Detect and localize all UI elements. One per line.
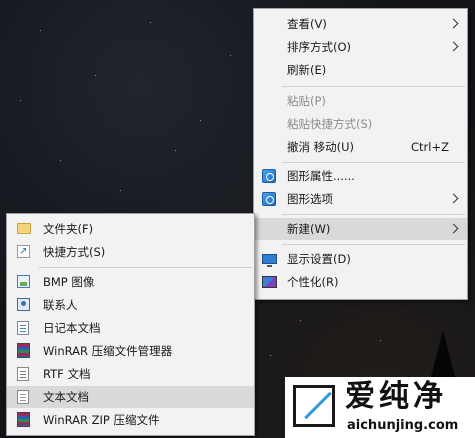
rtf-document-icon [17, 367, 29, 381]
display-settings-icon [262, 254, 277, 267]
menu-item-label: WinRAR 压缩文件管理器 [43, 344, 173, 358]
graphics-options-icon [262, 192, 276, 206]
background-star [270, 355, 271, 356]
submenu-item-shortcut[interactable]: 快捷方式(S) [7, 241, 254, 263]
menu-item-label: 联系人 [43, 298, 78, 312]
menu-item-label: 刷新(E) [287, 63, 327, 77]
background-star [380, 340, 381, 341]
menu-item-view[interactable]: 查看(V) [254, 13, 467, 35]
watermark-logo-icon [293, 385, 335, 427]
submenu-item-journal-document[interactable]: 日记本文档 [7, 317, 254, 339]
menu-item-label: 显示设置(D) [287, 252, 351, 266]
submenu-item-winrar-zip[interactable]: WinRAR ZIP 压缩文件 [7, 409, 254, 431]
background-star [200, 120, 201, 121]
menu-item-label: 个性化(R) [287, 275, 339, 289]
menu-item-label: 排序方式(O) [287, 40, 352, 54]
menu-item-label: 日记本文档 [43, 321, 101, 335]
menu-item-label: 快捷方式(S) [43, 245, 106, 259]
text-document-icon [17, 390, 29, 404]
background-star [95, 75, 96, 76]
background-star [60, 160, 61, 161]
submenu-arrow-icon [448, 223, 459, 234]
background-star [20, 100, 21, 101]
menu-item-label: 粘贴(P) [287, 94, 326, 108]
shortcut-icon [17, 241, 30, 263]
submenu-arrow-icon [448, 193, 459, 204]
menu-item-graphics-properties[interactable]: 图形属性...... [254, 165, 467, 187]
menu-item-label: 图形属性...... [287, 169, 355, 183]
menu-item-new[interactable]: 新建(W) [254, 218, 467, 240]
menu-separator [282, 244, 465, 245]
desktop-context-menu: 查看(V) 排序方式(O) 刷新(E) 粘贴(P) 粘贴快捷方式(S) 撤消 移… [253, 8, 468, 300]
winrar-archive-icon [17, 343, 30, 358]
menu-item-paste[interactable]: 粘贴(P) [254, 90, 467, 112]
submenu-item-folder[interactable]: 文件夹(F) [7, 218, 254, 240]
background-star [150, 22, 151, 23]
background-star [40, 30, 41, 31]
menu-separator [282, 162, 465, 163]
shortcut-text: Ctrl+Z [411, 140, 449, 154]
submenu-item-bmp-image[interactable]: BMP 图像 [7, 271, 254, 293]
submenu-item-text-document[interactable]: 文本文档 [7, 386, 254, 408]
watermark: 爱纯净 aichunjing.com [285, 377, 475, 438]
submenu-arrow-icon [448, 41, 459, 52]
menu-item-label: BMP 图像 [43, 275, 95, 289]
menu-separator [39, 267, 252, 268]
menu-separator [282, 86, 465, 87]
background-star [120, 190, 121, 191]
bmp-image-icon [17, 275, 30, 288]
submenu-item-rtf-document[interactable]: RTF 文档 [7, 363, 254, 385]
menu-item-label: 文件夹(F) [43, 222, 94, 236]
menu-item-label: 粘贴快捷方式(S) [287, 117, 373, 131]
menu-item-label: 图形选项 [287, 192, 333, 206]
menu-item-label: WinRAR ZIP 压缩文件 [43, 413, 160, 427]
menu-item-paste-shortcut[interactable]: 粘贴快捷方式(S) [254, 113, 467, 135]
background-star [175, 150, 176, 151]
journal-document-icon [17, 321, 29, 335]
menu-item-label: RTF 文档 [43, 367, 91, 381]
menu-item-sort-by[interactable]: 排序方式(O) [254, 36, 467, 58]
watermark-title: 爱纯净 [345, 379, 447, 414]
background-star [230, 55, 231, 56]
watermark-url: aichunjing.com [347, 418, 459, 433]
menu-item-label: 撤消 移动(U) [287, 140, 355, 154]
menu-item-label: 文本文档 [43, 390, 89, 404]
menu-item-refresh[interactable]: 刷新(E) [254, 59, 467, 81]
menu-separator [282, 214, 465, 215]
menu-item-display-settings[interactable]: 显示设置(D) [254, 248, 467, 270]
submenu-item-winrar-archive[interactable]: WinRAR 压缩文件管理器 [7, 340, 254, 362]
folder-icon [17, 223, 31, 234]
menu-item-label: 查看(V) [287, 17, 327, 31]
submenu-item-contact[interactable]: 联系人 [7, 294, 254, 316]
graphics-properties-icon [262, 169, 276, 183]
menu-item-personalize[interactable]: 个性化(R) [254, 271, 467, 293]
contact-icon [17, 298, 30, 311]
winrar-zip-icon [17, 412, 30, 427]
new-submenu: 文件夹(F) 快捷方式(S) BMP 图像 联系人 日记本文档 WinRAR 压… [6, 213, 255, 436]
personalize-icon [262, 276, 277, 288]
background-star [300, 320, 301, 321]
menu-item-label: 新建(W) [287, 222, 331, 236]
menu-item-graphics-options[interactable]: 图形选项 [254, 188, 467, 210]
menu-item-undo-move[interactable]: 撤消 移动(U) Ctrl+Z [254, 136, 467, 158]
submenu-arrow-icon [448, 18, 459, 29]
